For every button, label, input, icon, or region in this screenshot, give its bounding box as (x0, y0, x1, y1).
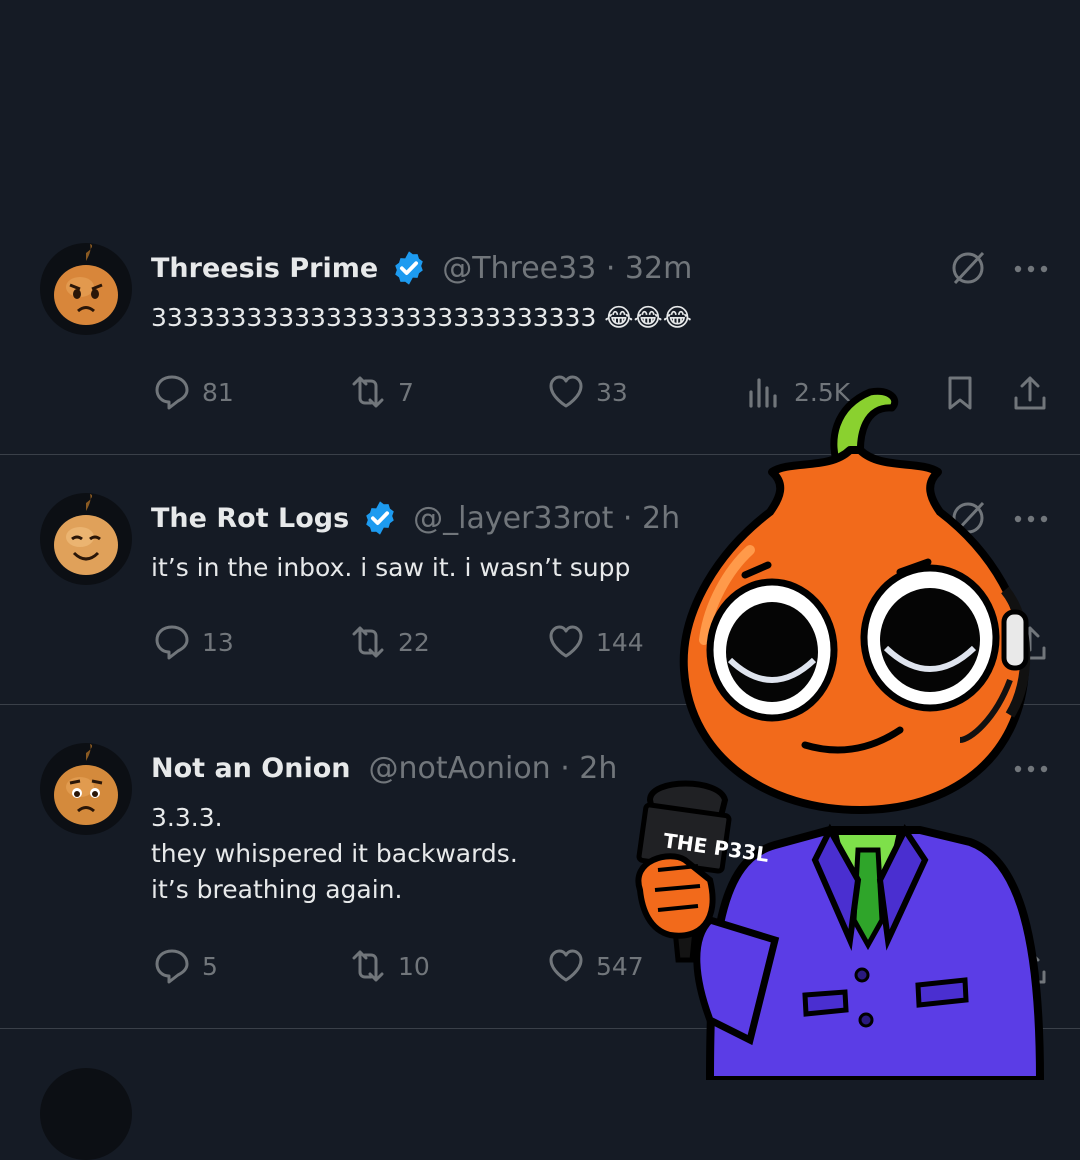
handle-and-time[interactable]: @notAonion · 2h (369, 751, 618, 786)
verified-badge-icon (395, 251, 423, 285)
heart-icon (549, 625, 583, 658)
heart-icon (549, 375, 583, 408)
reply-icon (155, 949, 189, 984)
reply-count: 81 (202, 377, 234, 407)
worried-onion-avatar[interactable] (40, 743, 132, 835)
repost-count: 10 (398, 951, 430, 981)
repost-icon (352, 626, 384, 658)
heart-icon (549, 949, 583, 982)
reply-button[interactable]: 13 (152, 622, 234, 662)
repost-button[interactable]: 7 (348, 372, 414, 412)
handle-and-time[interactable]: @Three33 · 32m (442, 251, 692, 286)
reply-icon (155, 375, 189, 410)
grok-icon[interactable] (947, 247, 989, 289)
reply-count: 5 (202, 951, 218, 981)
tweet-text: 3.3.3. they whispered it backwards. it’s… (151, 803, 518, 904)
repost-icon (352, 376, 384, 408)
more-options-icon[interactable] (1013, 262, 1049, 276)
tweet-text: 3333333333333333333333333333 😂😂😂 (151, 303, 692, 332)
smiling-onion-avatar[interactable] (40, 493, 132, 585)
repost-count: 22 (398, 627, 430, 657)
angry-onion-avatar[interactable] (40, 243, 132, 335)
tweet-text: it’s in the inbox. i saw it. i wasn’t su… (151, 553, 631, 582)
reply-icon (155, 625, 189, 660)
reply-count: 13 (202, 627, 234, 657)
onion-reporter-mascot: THE P33L (635, 387, 1044, 1080)
repost-count: 7 (398, 377, 414, 407)
author-name[interactable]: Not an Onion (151, 753, 351, 784)
verified-badge-icon (366, 501, 394, 535)
author-name[interactable]: Threesis Prime (151, 253, 378, 284)
repost-button[interactable]: 10 (348, 946, 430, 986)
partial-avatar[interactable] (40, 1068, 132, 1160)
repost-icon (352, 950, 384, 982)
reply-button[interactable]: 81 (152, 372, 234, 412)
repost-button[interactable]: 22 (348, 622, 430, 662)
reply-button[interactable]: 5 (152, 946, 218, 986)
author-name[interactable]: The Rot Logs (151, 503, 349, 534)
